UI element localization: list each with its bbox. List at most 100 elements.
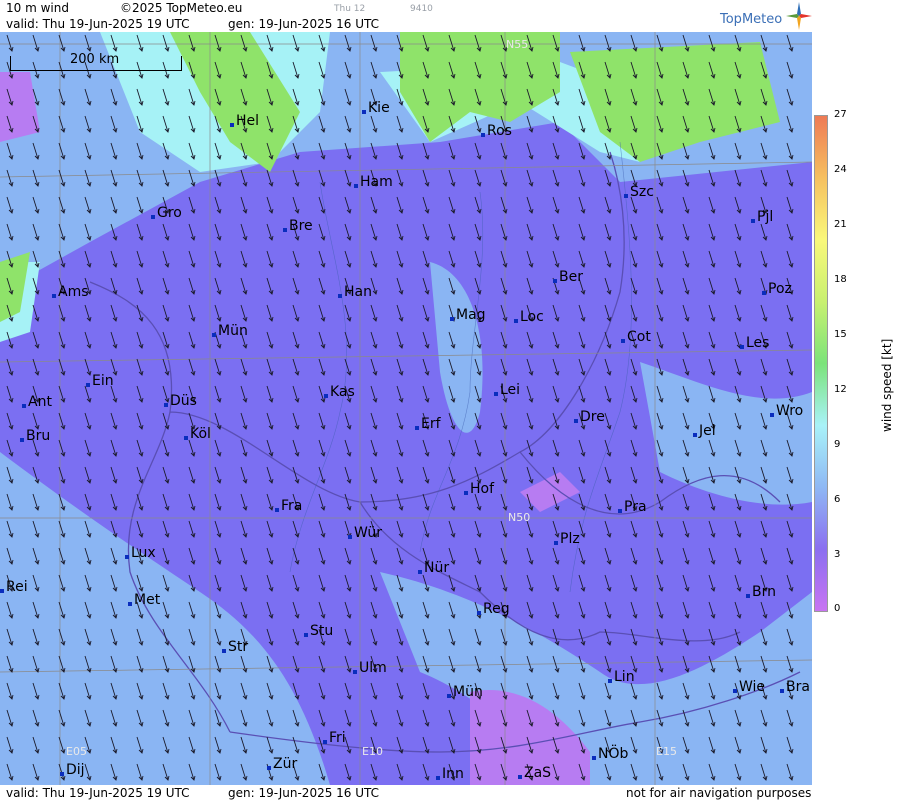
city-name: NÖb <box>598 746 629 762</box>
city-label: Zür <box>267 756 298 772</box>
city-name: Fra <box>281 498 303 514</box>
city-name: Hel <box>236 113 260 129</box>
city-label: Wie <box>733 679 765 695</box>
city-name: Köl <box>190 426 211 442</box>
city-name: Jel <box>699 423 716 439</box>
city-label: Düs <box>164 393 197 409</box>
footer-row: valid: Thu 19-Jun-2025 19 UTC gen: 19-Ju… <box>0 785 812 801</box>
city-label: Pra <box>618 499 647 515</box>
city-label: Bru <box>20 428 51 444</box>
city-name: Zür <box>273 756 298 772</box>
city-label: Nür <box>418 560 450 576</box>
city-name: Kas <box>330 384 355 400</box>
city-name: ZaS <box>524 765 552 781</box>
legend-tick: 0 <box>834 603 841 614</box>
legend-tick: 18 <box>834 274 847 285</box>
city-label: Ant <box>22 394 52 410</box>
city-name: Wür <box>354 525 382 541</box>
grid-label-n50: N50 <box>508 511 531 524</box>
city-name: Pjl <box>757 209 774 225</box>
city-name: Mün <box>453 684 483 700</box>
city-label: Dij <box>60 762 85 778</box>
city-name: Szc <box>630 184 654 200</box>
city-label: Wro <box>770 403 803 419</box>
city-label: Les <box>740 335 770 351</box>
city-name: Lei <box>500 382 521 398</box>
city-label: Mün <box>447 684 483 700</box>
grid-label-e15: E15 <box>656 745 677 758</box>
brand-logo-text: TopMeteo <box>720 12 783 27</box>
city-name: Ros <box>487 123 512 139</box>
city-name: Nür <box>424 560 450 576</box>
city-name: Bru <box>26 428 51 444</box>
city-label: Han <box>338 284 372 300</box>
city-name: Plz <box>560 531 580 547</box>
city-label: Lux <box>125 545 156 561</box>
city-name: Met <box>134 592 161 608</box>
city-name: Les <box>746 335 770 351</box>
footer-disclaimer: not for air navigation purposes <box>626 786 812 800</box>
city-label: Met <box>128 592 161 608</box>
city-label: Köl <box>184 426 211 442</box>
city-name: Ulm <box>359 660 387 676</box>
city-label: Ams <box>52 284 89 300</box>
city-name: Str <box>228 639 249 655</box>
city-label: Kie <box>362 100 390 116</box>
city-name: Mag <box>456 307 486 323</box>
city-label: Jel <box>693 423 716 439</box>
city-label: Mün <box>212 323 248 339</box>
city-label: Cot <box>621 329 651 345</box>
city-name: Ams <box>58 284 89 300</box>
footer-valid-time: valid: Thu 19-Jun-2025 19 UTC <box>6 786 190 800</box>
faint-day: Thu 12 <box>334 4 366 14</box>
city-name: Reg <box>483 601 510 617</box>
city-label: Fra <box>275 498 303 514</box>
grid-label-n55: N55 <box>506 38 529 51</box>
city-name: Ham <box>360 174 393 190</box>
city-name: Fri <box>329 730 346 746</box>
wind-map <box>0 32 812 785</box>
city-label: Kas <box>324 384 355 400</box>
city-label: Dre <box>574 409 605 425</box>
city-label: Fri <box>323 730 346 746</box>
wind-arrows <box>0 32 812 785</box>
legend-color-bar <box>814 115 828 612</box>
city-label: ZaS <box>518 765 552 781</box>
legend-tick: 12 <box>834 384 847 395</box>
city-label: Hof <box>464 481 494 497</box>
city-name: Bre <box>289 218 313 234</box>
city-name: Pra <box>624 499 647 515</box>
city-name: Cot <box>627 329 651 345</box>
city-name: Brn <box>752 584 776 600</box>
city-name: Poz <box>768 281 792 297</box>
city-label: Ber <box>553 269 583 285</box>
city-label: Hel <box>230 113 260 129</box>
generated-time: gen: 19-Jun-2025 16 UTC <box>228 17 380 31</box>
legend-tick: 21 <box>834 219 847 230</box>
footer-generated-time: gen: 19-Jun-2025 16 UTC <box>228 786 380 800</box>
scale-bar-label: 200 km <box>70 52 120 67</box>
compass-logo-icon <box>786 2 812 30</box>
header-row-2: valid: Thu 19-Jun-2025 19 UTC gen: 19-Ju… <box>0 16 812 32</box>
city-label: Mag <box>450 307 486 323</box>
city-name: Ant <box>28 394 52 410</box>
city-label: Inn <box>436 766 464 782</box>
city-label: Ein <box>86 373 114 389</box>
city-name: Rei <box>6 579 28 595</box>
grid-label-e10: E10 <box>362 745 383 758</box>
city-name: Stu <box>310 623 334 639</box>
city-label: Szc <box>624 184 654 200</box>
city-label: Ham <box>354 174 393 190</box>
city-label: NÖb <box>592 746 629 762</box>
city-name: Loc <box>520 309 544 325</box>
city-name: Dij <box>66 762 85 778</box>
city-name: Inn <box>442 766 464 782</box>
city-name: Ein <box>92 373 114 389</box>
city-label: Lin <box>608 669 635 685</box>
faint-code: 9410 <box>410 4 433 14</box>
legend-tick: 9 <box>834 439 841 450</box>
legend-tick: 24 <box>834 164 847 175</box>
legend-tick: 15 <box>834 329 847 340</box>
city-label: Wür <box>348 525 382 541</box>
city-label: Bra <box>780 679 810 695</box>
